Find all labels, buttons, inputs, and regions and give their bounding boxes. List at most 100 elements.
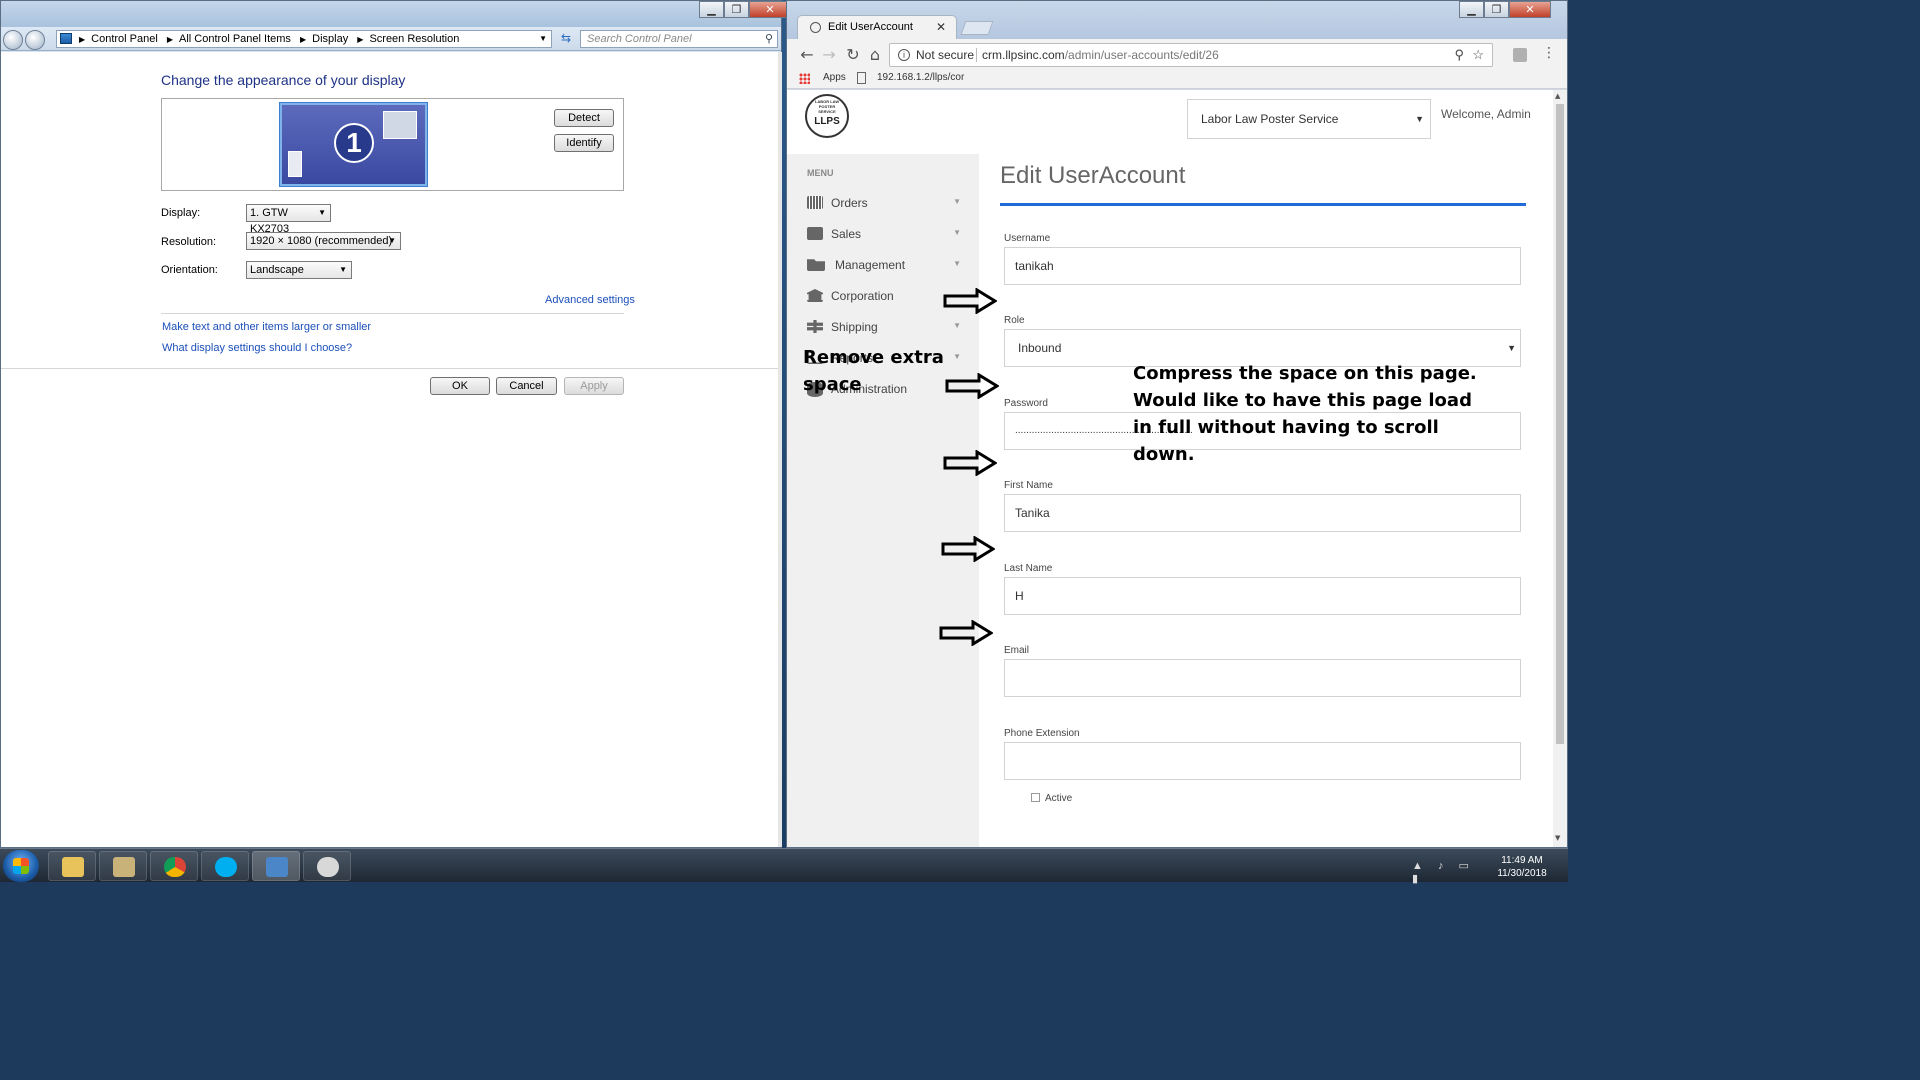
- divider: [1, 368, 778, 369]
- control-panel-titlebar: ▁ ❐ ✕: [1, 1, 791, 27]
- chevron-down-icon[interactable]: ▼: [539, 31, 547, 47]
- forward-button[interactable]: [25, 30, 45, 50]
- taskbar-app[interactable]: [99, 851, 147, 881]
- page-title: Change the appearance of your display: [161, 72, 406, 88]
- taskbar-control-panel[interactable]: [252, 851, 300, 881]
- back-button[interactable]: [3, 30, 23, 50]
- tray-icons[interactable]: ▲ ♪ ▭ ▮: [1412, 859, 1482, 885]
- display-select[interactable]: 1. GTW KX2703 ▼: [246, 204, 331, 235]
- close-button[interactable]: ✕: [749, 1, 791, 18]
- info-icon[interactable]: i: [898, 49, 910, 61]
- username-field[interactable]: tanikah: [1004, 247, 1521, 285]
- menu-icon[interactable]: ⋮: [1539, 45, 1559, 61]
- annotation-right: Compress the space on this page. Would l…: [1133, 363, 1477, 465]
- detect-button[interactable]: Detect: [554, 109, 614, 127]
- browser-tab[interactable]: Edit UserAccount ✕: [797, 15, 957, 40]
- first-name-field[interactable]: Tanika: [1004, 494, 1521, 532]
- sidebar-item-sales[interactable]: Sales ▼: [807, 225, 967, 245]
- minimize-button[interactable]: ▁: [1459, 1, 1484, 18]
- last-name-field[interactable]: H: [1004, 577, 1521, 615]
- control-panel-icon: [60, 33, 72, 44]
- cancel-button[interactable]: Cancel: [496, 377, 557, 395]
- breadcrumb-item[interactable]: All Control Panel Items: [179, 33, 291, 45]
- sidebar-item-orders[interactable]: Orders ▼: [807, 194, 967, 214]
- arrow-right-icon: [939, 620, 993, 646]
- display-label: Display:: [161, 207, 201, 219]
- divider: [976, 48, 977, 62]
- maximize-button[interactable]: ❐: [724, 1, 749, 18]
- monitor-thumbnail[interactable]: 1: [280, 103, 427, 186]
- refresh-icon[interactable]: ⇆: [557, 31, 575, 47]
- identify-button[interactable]: Identify: [554, 134, 614, 152]
- title-underline: [1000, 203, 1526, 206]
- new-tab-button[interactable]: [960, 21, 994, 35]
- close-tab-icon[interactable]: ✕: [936, 16, 946, 39]
- breadcrumb-item[interactable]: Screen Resolution: [369, 33, 459, 45]
- phone-extension-field[interactable]: [1004, 742, 1521, 780]
- taskbar-paint[interactable]: [303, 851, 351, 881]
- orientation-select[interactable]: Landscape ▼: [246, 261, 352, 279]
- home-icon[interactable]: ⌂: [865, 45, 885, 64]
- search-input[interactable]: Search Control Panel ⚲: [580, 30, 778, 48]
- apply-button[interactable]: Apply: [564, 377, 624, 395]
- url-text: crm.llpsinc.com/admin/user-accounts/edit…: [982, 44, 1219, 66]
- active-checkbox[interactable]: [1031, 793, 1040, 802]
- address-bar[interactable]: i Not secure crm.llpsinc.com/admin/user-…: [889, 43, 1493, 67]
- text-size-link[interactable]: Make text and other items larger or smal…: [162, 321, 371, 333]
- monitor-number: 1: [334, 123, 374, 163]
- taskbar-explorer[interactable]: [48, 851, 96, 881]
- company-select[interactable]: Labor Law Poster Service ▼: [1187, 99, 1431, 139]
- minimize-button[interactable]: ▁: [699, 1, 724, 18]
- system-tray: ▲ ♪ ▭ ▮ 11:49 AM 11/30/2018: [1402, 851, 1562, 885]
- chevron-down-icon: ▼: [953, 197, 961, 206]
- reload-icon[interactable]: ↻: [843, 45, 863, 64]
- back-arrow-icon[interactable]: ←: [797, 45, 817, 64]
- scrollbar-thumb[interactable]: [1556, 104, 1564, 744]
- sidebar-item-label: Orders: [831, 196, 868, 210]
- resolution-select[interactable]: 1920 × 1080 (recommended) ▼: [246, 232, 401, 250]
- role-label: Role: [1004, 315, 1025, 326]
- forward-arrow-icon[interactable]: →: [819, 45, 839, 64]
- page-icon: [857, 72, 866, 84]
- chevron-down-icon: ▼: [953, 228, 961, 237]
- globe-icon: [810, 22, 821, 33]
- scroll-down-icon[interactable]: ▼: [1555, 834, 1560, 842]
- scroll-up-icon[interactable]: ▲: [1555, 92, 1560, 100]
- company-select-value: Labor Law Poster Service: [1201, 112, 1339, 126]
- bookmark-apps[interactable]: Apps: [823, 69, 846, 87]
- extension-icon[interactable]: [1513, 48, 1527, 62]
- start-button[interactable]: [3, 850, 39, 882]
- email-field[interactable]: [1004, 659, 1521, 697]
- zoom-icon[interactable]: ⚲: [1454, 44, 1464, 66]
- active-label: Active: [1045, 793, 1073, 804]
- browser-window: Edit UserAccount ✕ ▁ ❐ ✕ ← → ↻ ⌂ i Not s…: [786, 0, 1568, 848]
- folder-open-icon: [807, 259, 825, 271]
- first-name-label: First Name: [1004, 480, 1053, 491]
- welcome-text[interactable]: Welcome, Admin: [1441, 107, 1531, 121]
- display-select-value: 1. GTW KX2703: [250, 207, 290, 235]
- close-button[interactable]: ✕: [1509, 1, 1551, 18]
- display-settings-help-link[interactable]: What display settings should I choose?: [162, 342, 352, 354]
- maximize-button[interactable]: ❐: [1484, 1, 1509, 18]
- breadcrumb-item[interactable]: Control Panel: [91, 33, 158, 45]
- last-name-label: Last Name: [1004, 563, 1053, 574]
- breadcrumb-item[interactable]: Display: [312, 33, 348, 45]
- company-logo[interactable]: LABOR LAW POSTER SERVICE LLPS: [805, 94, 849, 138]
- taskbar-chrome[interactable]: [150, 851, 198, 881]
- menu-heading: MENU: [807, 168, 834, 178]
- apps-icon[interactable]: [799, 73, 810, 84]
- scrollbar[interactable]: [778, 52, 782, 847]
- skype-icon: [215, 857, 237, 877]
- window-graphic: [288, 151, 302, 177]
- breadcrumb[interactable]: ▶ Control Panel ▶ All Control Panel Items …: [56, 30, 552, 48]
- bookmark-star-icon[interactable]: ☆: [1472, 44, 1484, 66]
- ok-button[interactable]: OK: [430, 377, 490, 395]
- clock[interactable]: 11:49 AM 11/30/2018: [1492, 854, 1552, 880]
- scrollbar[interactable]: ▲ ▼: [1553, 90, 1567, 847]
- sidebar-item-management[interactable]: Management ▼: [807, 256, 967, 276]
- search-icon[interactable]: ⚲: [765, 31, 773, 47]
- taskbar-skype[interactable]: [201, 851, 249, 881]
- advanced-settings-link[interactable]: Advanced settings: [545, 294, 635, 306]
- sidebar-item-shipping[interactable]: Shipping ▼: [807, 318, 967, 338]
- bookmark-link[interactable]: 192.168.1.2/llps/cor: [877, 69, 964, 87]
